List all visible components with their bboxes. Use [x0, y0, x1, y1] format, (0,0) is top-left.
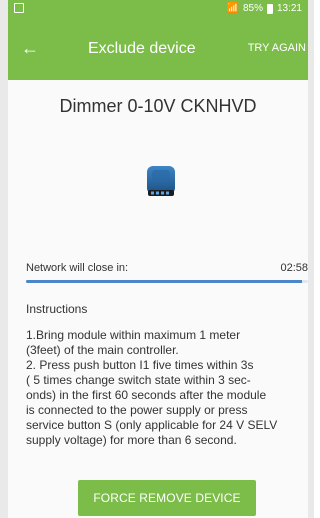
network-close-label: Network will close in: — [26, 262, 129, 274]
instruction-line: (3feet) of the main controller. — [26, 343, 179, 357]
instruction-line: onds) in the first 60 seconds after the … — [26, 388, 267, 402]
network-progress-bar — [26, 280, 308, 283]
arrow-left-icon: ← — [21, 37, 39, 58]
instruction-line: supply voltage) for more than 6 second. — [26, 433, 237, 447]
instructions-text: 1.Bring module within maximum 1 meter (3… — [26, 328, 308, 448]
app-bar: ← Exclude device TRY AGAIN — [8, 18, 308, 80]
device-name: Dimmer 0-10V CKNHVD — [59, 96, 257, 116]
screen: 📶 85% 13:21 ← Exclude device TRY AGAIN D… — [0, 0, 314, 518]
image-notification-icon — [14, 3, 24, 13]
try-again-button[interactable]: TRY AGAIN — [248, 42, 306, 54]
instruction-line: is connected to the power supply or pres… — [26, 403, 248, 417]
screen-left-edge — [0, 0, 8, 518]
instruction-line: 1.Bring module within maximum 1 meter — [26, 328, 241, 342]
battery-percent: 85% — [242, 3, 263, 14]
force-remove-device-button[interactable]: FORCE REMOVE DEVICE — [78, 480, 256, 516]
device-module-icon — [147, 166, 175, 196]
network-progress-fill — [26, 280, 303, 283]
battery-icon — [266, 3, 273, 14]
page-title: Exclude device — [88, 40, 196, 57]
status-bar: 📶 85% 13:21 — [8, 0, 308, 18]
back-button[interactable]: ← — [18, 36, 42, 60]
time: 13:21 — [276, 3, 302, 14]
network-close-time: 02:58 — [280, 262, 308, 274]
screen-right-edge — [308, 0, 314, 518]
instruction-line: 2. Press push button I1 five times withi… — [26, 358, 254, 372]
instruction-line: service button S (only applicable for 24… — [26, 418, 278, 432]
instructions-title: Instructions — [26, 302, 88, 316]
signal-icon: 📶 — [226, 3, 239, 14]
main-content: Dimmer 0-10V CKNHVD Network will close i… — [8, 80, 308, 518]
instruction-line: ( 5 times change switch state within 3 s… — [26, 373, 251, 387]
status-right: 📶 85% 13:21 — [227, 3, 303, 14]
